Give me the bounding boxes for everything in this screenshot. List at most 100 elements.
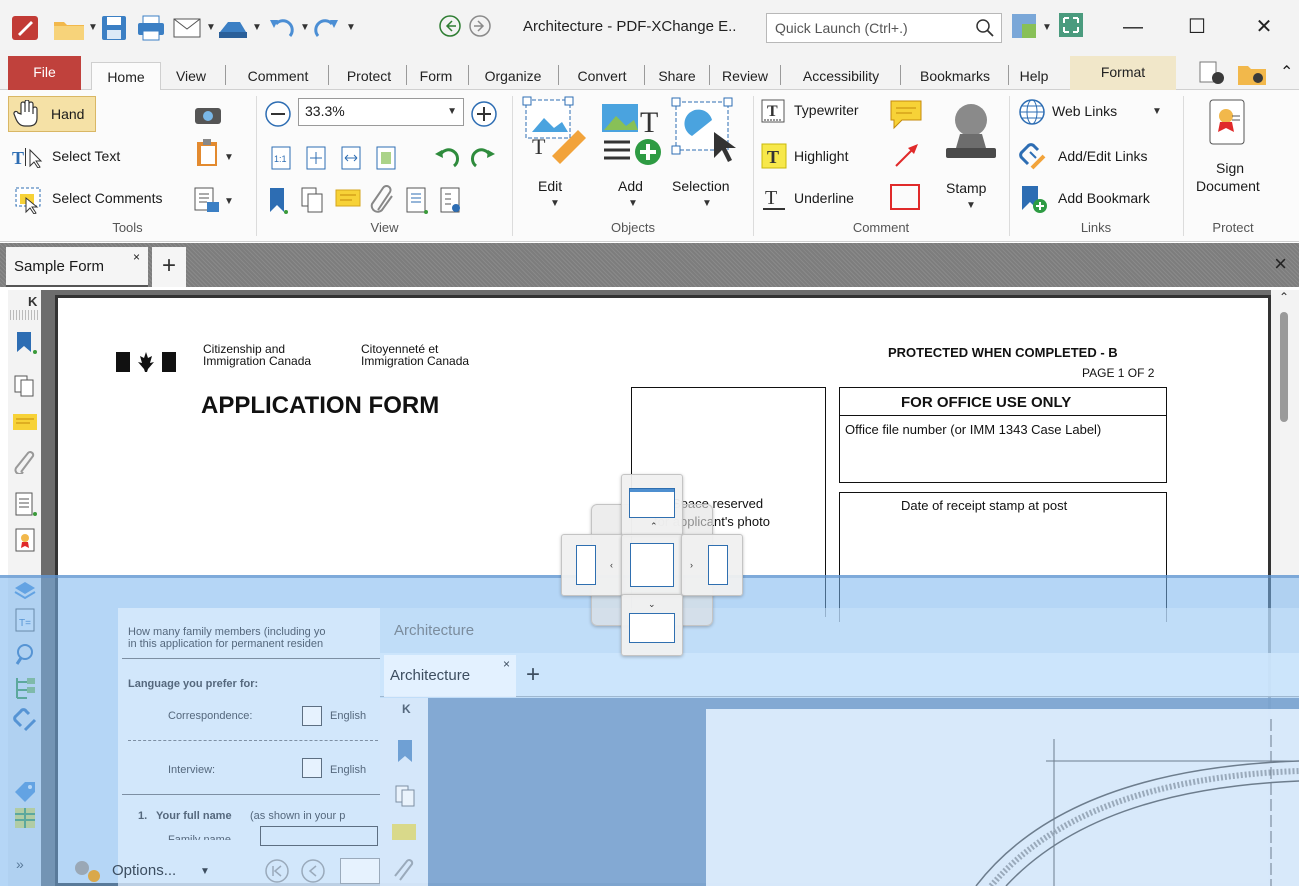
tab-format[interactable]: Format <box>1070 56 1176 90</box>
dock-bottom-target[interactable]: ⌄ <box>621 594 683 656</box>
find-icon[interactable] <box>1198 60 1230 88</box>
open-folder-icon[interactable] <box>52 14 86 42</box>
tab-form[interactable]: Form <box>411 62 461 90</box>
close-button[interactable]: ✕ <box>1242 10 1286 46</box>
search-folder-icon[interactable] <box>1236 60 1268 88</box>
tab-bookmarks[interactable]: Bookmarks <box>905 62 1005 90</box>
fullscreen-icon[interactable] <box>1058 12 1084 40</box>
zoom-level-select[interactable]: 33.3% ▼ <box>298 98 464 126</box>
attachments-pane-icon[interactable] <box>368 184 398 216</box>
document-tab-sample-form[interactable]: Sample Form × <box>6 247 148 287</box>
undo-icon[interactable] <box>266 14 296 42</box>
scan-icon[interactable] <box>216 14 250 42</box>
bookmarks-pane-icon[interactable] <box>266 186 290 216</box>
email-icon[interactable] <box>172 14 202 42</box>
attachments-icon[interactable] <box>13 450 37 474</box>
rotate-left-icon[interactable] <box>432 144 462 174</box>
scan-dropdown-icon[interactable]: ▼ <box>252 22 262 50</box>
floating-thumbnails-icon[interactable] <box>394 784 418 810</box>
redo-icon[interactable] <box>312 14 342 42</box>
dock-right-target[interactable]: › <box>681 534 743 596</box>
rotate-right-icon[interactable] <box>468 144 498 174</box>
signatures-icon[interactable] <box>13 528 37 552</box>
edit-button[interactable]: T Edit ▼ <box>516 94 598 214</box>
previous-page-icon[interactable] <box>300 858 326 884</box>
redo-dropdown-icon[interactable]: ▼ <box>346 22 356 50</box>
tab-help[interactable]: Help <box>1012 62 1056 90</box>
forward-icon[interactable] <box>468 14 492 42</box>
tab-view[interactable]: View <box>166 62 216 90</box>
select-comments-button[interactable]: Select Comments <box>10 182 185 216</box>
ui-options-icon[interactable] <box>1010 12 1040 40</box>
selection-button[interactable]: Selection ▼ <box>668 94 744 214</box>
properties-pane-icon[interactable] <box>438 186 464 216</box>
form-fields-pane-icon[interactable] <box>404 186 430 216</box>
arrow-icon[interactable] <box>892 140 922 170</box>
ui-options-dropdown-icon[interactable]: ▼ <box>1042 22 1052 50</box>
collapse-pane-icon[interactable]: K <box>28 294 37 309</box>
dock-left-target[interactable]: ‹ <box>561 534 623 596</box>
rectangle-icon[interactable] <box>888 182 922 212</box>
highlight-button[interactable]: T Highlight <box>758 140 878 174</box>
tab-file[interactable]: File <box>8 56 81 90</box>
family-name-field[interactable] <box>260 826 378 846</box>
tab-share[interactable]: Share <box>649 62 705 90</box>
tab-accessibility[interactable]: Accessibility <box>785 62 897 90</box>
hand-tool-button[interactable]: Hand <box>8 96 96 132</box>
actual-size-icon[interactable]: 1:1 <box>270 145 292 171</box>
dock-center-target[interactable] <box>621 534 683 596</box>
undo-dropdown-icon[interactable]: ▼ <box>300 22 310 50</box>
scroll-up-icon[interactable]: ⌃ <box>1279 290 1289 304</box>
tab-comment[interactable]: Comment <box>230 62 326 90</box>
open-dropdown-icon[interactable]: ▼ <box>88 22 98 50</box>
new-tab-button[interactable]: + <box>152 247 186 287</box>
fit-page-icon[interactable] <box>305 145 327 171</box>
dock-top-target[interactable]: ⌃ <box>621 474 683 536</box>
collapse-ribbon-icon[interactable]: ⌃ <box>1280 62 1293 82</box>
back-icon[interactable] <box>438 14 462 42</box>
comments-pane-icon[interactable] <box>334 186 364 214</box>
interview-english-checkbox[interactable] <box>302 758 322 778</box>
stamp-button[interactable]: Stamp ▼ <box>936 94 1006 214</box>
page-number-input[interactable] <box>340 858 380 884</box>
pane-grip[interactable] <box>10 310 38 320</box>
zoom-out-icon[interactable] <box>264 100 292 128</box>
web-links-button[interactable]: Web Links ▼ <box>1016 96 1176 130</box>
options-gear-icon[interactable] <box>70 858 106 884</box>
thumbnails-icon[interactable] <box>13 374 37 398</box>
zoom-in-icon[interactable] <box>470 100 498 128</box>
form-fields-icon[interactable] <box>13 492 37 516</box>
tab-review[interactable]: Review <box>714 62 776 90</box>
floating-collapse-pane-icon[interactable]: K <box>402 702 411 716</box>
tab-home[interactable]: Home <box>91 62 161 91</box>
email-dropdown-icon[interactable]: ▼ <box>206 22 216 50</box>
comments-list-dropdown-icon[interactable]: ▼ <box>224 196 234 207</box>
close-document-button[interactable]: × <box>1274 251 1287 277</box>
first-page-icon[interactable] <box>264 858 290 884</box>
fit-visible-icon[interactable] <box>375 145 397 171</box>
snapshot-icon[interactable] <box>193 104 223 126</box>
floating-tab-close-icon[interactable]: × <box>503 657 510 671</box>
floating-bookmarks-icon[interactable] <box>394 738 418 768</box>
comments-icon[interactable] <box>13 412 37 436</box>
close-tab-icon[interactable]: × <box>133 250 140 264</box>
fit-width-icon[interactable] <box>340 145 362 171</box>
select-text-button[interactable]: T Select Text <box>10 140 140 174</box>
options-menu-button[interactable]: Options... <box>112 862 176 879</box>
floating-tab-architecture[interactable]: Architecture × <box>384 655 516 697</box>
floating-new-tab-button[interactable]: + <box>526 661 540 689</box>
tab-protect[interactable]: Protect <box>333 62 405 90</box>
scrollbar-thumb[interactable] <box>1280 312 1288 422</box>
thumbnails-pane-icon[interactable] <box>300 186 326 216</box>
quick-launch-input[interactable]: Quick Launch (Ctrl+.) <box>766 13 1002 43</box>
save-icon[interactable] <box>100 14 128 42</box>
options-dropdown-icon[interactable]: ▼ <box>200 866 210 877</box>
print-icon[interactable] <box>136 14 166 42</box>
floating-window-architecture[interactable]: Architecture Architecture × + K <box>380 608 1299 886</box>
minimize-button[interactable]: — <box>1111 10 1155 46</box>
add-bookmark-button[interactable]: Add Bookmark <box>1016 182 1180 216</box>
tab-organize[interactable]: Organize <box>474 62 552 90</box>
underline-button[interactable]: T Underline <box>758 182 878 216</box>
clipboard-dropdown-icon[interactable]: ▼ <box>224 152 234 163</box>
clipboard-icon[interactable] <box>193 138 221 168</box>
